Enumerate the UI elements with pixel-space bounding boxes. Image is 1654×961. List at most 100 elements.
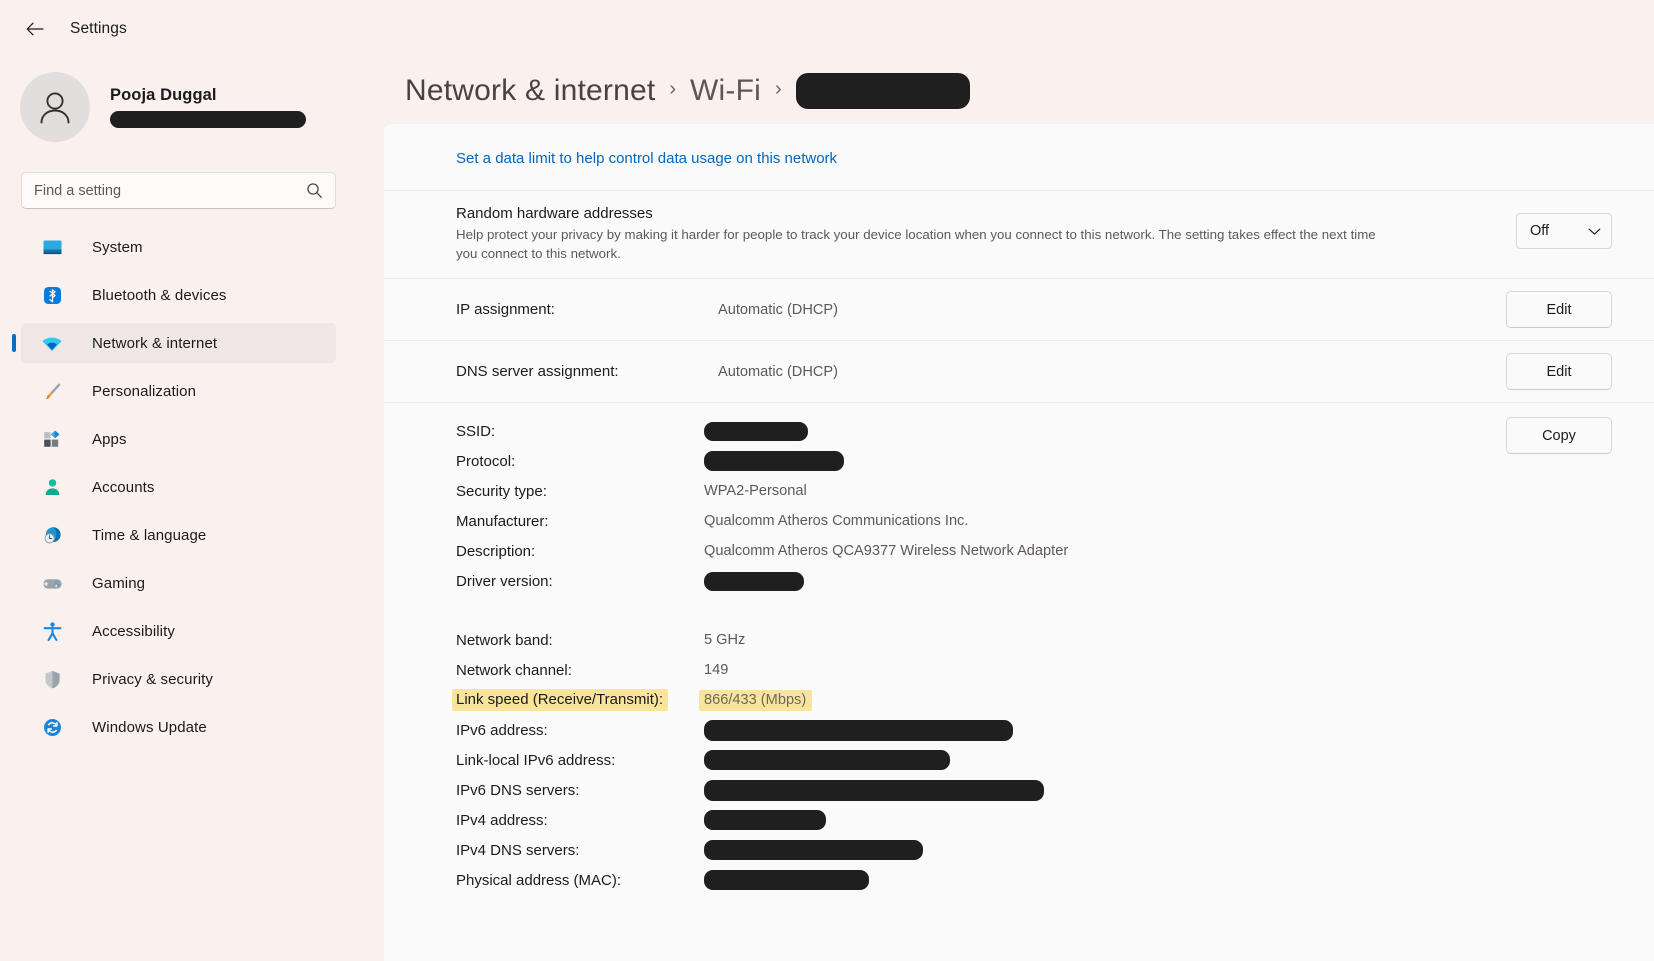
back-button[interactable] [14,12,54,46]
account-text: Pooja Duggal [110,86,306,128]
detail-value: Qualcomm Atheros Communications Inc. [704,513,969,529]
detail-key: IPv6 address: [456,721,548,739]
breadcrumb-current-redacted [795,73,970,109]
sidebar-item-system[interactable]: System [21,227,336,267]
sidebar-item-gaming[interactable]: Gaming [21,563,336,603]
back-arrow-icon [25,21,44,37]
search-input[interactable] [34,182,306,199]
link-speed-label-highlighted: Link speed (Receive/Transmit): [452,689,669,711]
detail-row-link-local-ipv6: Link-local IPv6 address: [456,745,1612,775]
sidebar-item-label: Privacy & security [92,670,213,688]
detail-row-link-speed: Link speed (Receive/Transmit): 866/433 (… [452,685,1612,715]
monitor-icon [41,236,63,258]
sidebar-item-accounts[interactable]: Accounts [21,467,336,507]
search-container [0,150,384,209]
account-email-redacted [110,111,306,128]
detail-value: 5 GHz [704,632,746,648]
dns-assignment-edit-button[interactable]: Edit [1506,353,1612,390]
detail-row-network-channel: Network channel: 149 [456,655,1612,685]
gamepad-icon [41,572,63,594]
random-hardware-dropdown[interactable]: Off [1516,213,1612,249]
data-limit-row: Set a data limit to help control data us… [384,124,1654,190]
sidebar-item-label: Apps [92,430,127,448]
details-group-adapter: SSID: Protocol: Security type: WPA2-Pers… [456,416,1612,596]
dns-assignment-row: DNS server assignment: Automatic (DHCP) … [384,341,1654,402]
sidebar-item-bluetooth-devices[interactable]: Bluetooth & devices [21,275,336,315]
ssid-redacted [704,421,808,441]
link-local-ipv6-redacted [704,750,950,770]
mac-address-redacted [704,870,869,890]
set-data-limit-link[interactable]: Set a data limit to help control data us… [456,150,837,167]
detail-value [704,750,1612,770]
detail-value: 866/433 (Mbps) [699,689,1612,711]
sidebar-nav: System Bluetooth & devices Network & int… [0,227,384,747]
sidebar: Pooja Duggal Find a setting System Bluet… [0,58,384,961]
search-icon[interactable] [306,182,323,199]
ip-assignment-edit-button[interactable]: Edit [1506,291,1612,328]
sidebar-item-windows-update[interactable]: Windows Update [21,707,336,747]
detail-key: SSID: [456,422,496,440]
detail-row-ipv6-dns-servers: IPv6 DNS servers: [456,775,1612,805]
ipv4-dns-redacted [704,840,923,860]
detail-key: Driver version: [456,572,553,590]
sidebar-item-privacy-security[interactable]: Privacy & security [21,659,336,699]
details-group-connection: Network band: 5 GHz Network channel: 149… [452,625,1612,895]
detail-value [704,719,1612,741]
detail-key: Network channel: [456,661,572,679]
search-box[interactable] [21,172,336,209]
detail-row-driver-version: Driver version: [456,566,1612,596]
detail-value [704,451,1612,471]
sidebar-item-label: System [92,238,143,256]
accessibility-person-icon [41,620,63,642]
sidebar-item-personalization[interactable]: Personalization [21,371,336,411]
window-title: Settings [70,20,127,37]
breadcrumb-item-network-internet[interactable]: Network & internet [405,74,655,108]
detail-value [704,810,1612,830]
account-person-icon [41,476,63,498]
sidebar-item-label: Network & internet [92,334,218,352]
breadcrumb: Network & internet › Wi-Fi › [384,58,1654,124]
paintbrush-icon [41,380,63,402]
detail-row-manufacturer: Manufacturer: Qualcomm Atheros Communica… [456,506,1612,536]
bluetooth-icon [41,284,63,306]
account-header[interactable]: Pooja Duggal [0,58,384,150]
details-spacer [456,596,1612,625]
shield-icon [41,668,63,690]
settings-panel: Set a data limit to help control data us… [384,124,1654,961]
detail-value [704,870,1612,890]
detail-key: IPv6 DNS servers: [456,781,580,799]
breadcrumb-item-wifi[interactable]: Wi-Fi [690,74,761,108]
apps-icon [41,428,63,450]
detail-value: 149 [704,662,729,678]
detail-row-security-type: Security type: WPA2-Personal [456,476,1612,506]
sidebar-item-time-language[interactable]: Time & language [21,515,336,555]
breadcrumb-separator-icon: › [775,78,782,100]
detail-key: Protocol: [456,452,516,470]
breadcrumb-separator-icon: › [669,78,677,100]
sidebar-item-apps[interactable]: Apps [21,419,336,459]
detail-key: Network band: [456,631,553,649]
detail-key: Manufacturer: [456,512,549,530]
ip-assignment-label: IP assignment: [456,301,555,318]
detail-value: Qualcomm Atheros QCA9377 Wireless Networ… [704,543,1069,559]
detail-key: Physical address (MAC): [456,871,622,889]
settings-window: Settings Pooja Duggal Find a setting Sys… [0,0,1654,961]
detail-row-protocol: Protocol: [456,446,1612,476]
sidebar-item-accessibility[interactable]: Accessibility [21,611,336,651]
detail-row-ssid: SSID: [456,416,1612,446]
sidebar-item-network-internet[interactable]: Network & internet [21,323,336,363]
chevron-down-icon [1588,227,1601,236]
random-hardware-description: Help protect your privacy by making it h… [456,227,1376,261]
detail-key: Security type: [456,482,547,500]
detail-row-description: Description: Qualcomm Atheros QCA9377 Wi… [456,536,1612,566]
sidebar-item-label: Bluetooth & devices [92,286,227,304]
sidebar-item-label: Time & language [92,526,207,544]
random-hardware-addresses-row: Random hardware addresses Help protect y… [384,191,1654,278]
refresh-circle-icon [41,716,63,738]
random-hardware-texts: Random hardware addresses Help protect y… [456,205,1516,263]
dns-assignment-label: DNS server assignment: [456,363,619,380]
detail-row-network-band: Network band: 5 GHz [456,625,1612,655]
clock-globe-icon [41,524,63,546]
sidebar-item-label: Gaming [92,574,146,592]
random-hardware-title: Random hardware addresses [456,205,653,222]
